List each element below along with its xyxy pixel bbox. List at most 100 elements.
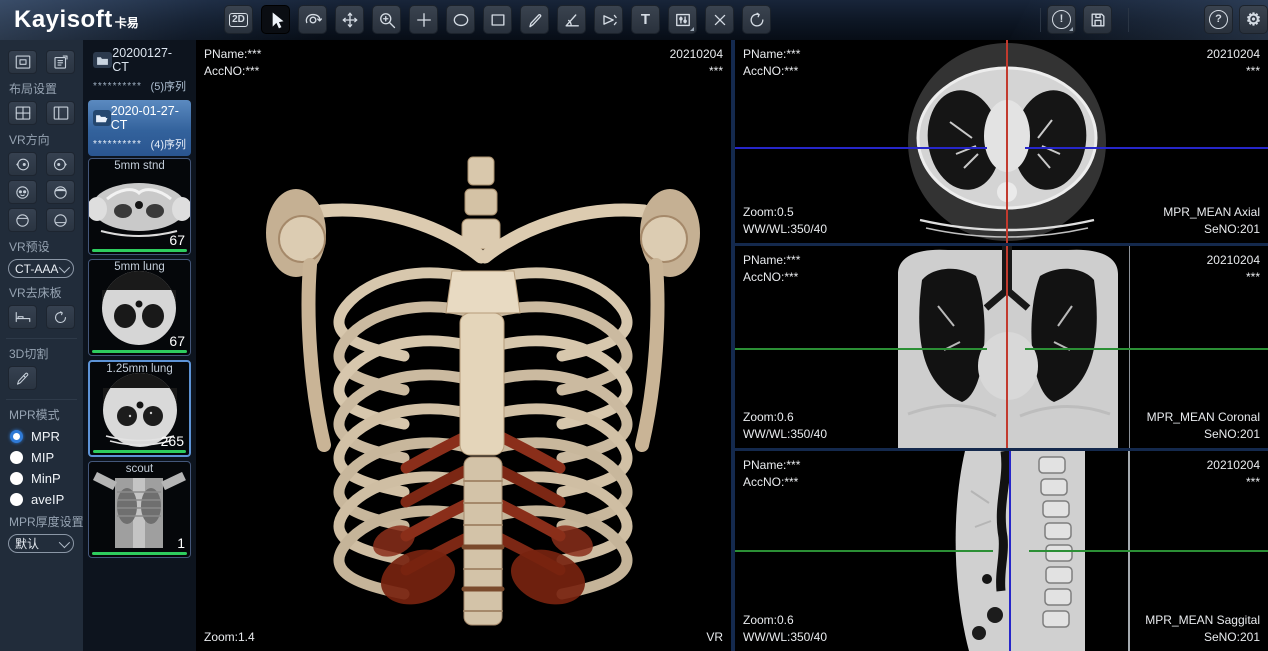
ellipse-icon <box>451 10 471 30</box>
vr-view-anterior-button[interactable] <box>8 180 37 204</box>
cobb-angle-tool-button[interactable] <box>594 5 623 34</box>
remove-bed-button[interactable] <box>8 305 37 329</box>
vr-study-info: 20210204 *** <box>670 46 723 80</box>
axial-crosshair-vertical[interactable] <box>1006 40 1008 243</box>
thumbnail-scout-image <box>89 472 190 550</box>
vr-ribcage-render <box>266 145 700 645</box>
coronal-crosshair-horizontal-left[interactable] <box>735 348 987 350</box>
layout-report-button[interactable] <box>46 50 75 74</box>
patient-id-masked: ********** <box>93 81 142 92</box>
layout-grid-button[interactable] <box>8 101 37 125</box>
coronal-crosshair-vertical[interactable] <box>1006 246 1008 448</box>
coronal-patient-info: PName:*** AccNO:*** <box>743 252 800 286</box>
coronal-crosshair-horizontal-right[interactable] <box>1025 348 1268 350</box>
tool-2d-button[interactable]: 2D <box>224 5 253 34</box>
mpr-mode-option-mip[interactable]: MIP <box>8 450 75 465</box>
masked-text: *** <box>670 63 723 80</box>
measure-pencil-icon <box>525 10 545 30</box>
folder-open-icon <box>93 110 111 126</box>
mpr-mode-option-minp[interactable]: MinP <box>8 471 75 486</box>
mpr-coronal-viewport[interactable]: PName:*** AccNO:*** 20210204 *** Zoom:0.… <box>735 246 1268 448</box>
vr-direction-label: VR方向 <box>9 131 75 148</box>
sagittal-crosshair-horizontal-right[interactable] <box>1029 550 1268 552</box>
angle-tool-button[interactable] <box>557 5 586 34</box>
folder-closed-icon <box>93 52 112 68</box>
series-thumbnail-1-25mm-lung-selected[interactable]: 1.25mm lung 265 <box>88 360 191 457</box>
sidebar-divider <box>6 338 77 339</box>
delete-annotation-button[interactable] <box>705 5 734 34</box>
accno-text: AccNO:*** <box>204 63 261 80</box>
mpr-sagittal-viewport[interactable]: PName:*** AccNO:*** 20210204 *** Zoom:0.… <box>735 451 1268 651</box>
zoom-text: Zoom:0.6 <box>743 612 827 629</box>
cut3d-knife-button[interactable] <box>8 366 37 390</box>
series-thumbnail-5mm-stnd[interactable]: 5mm stnd 67 <box>88 158 191 255</box>
gear-icon: ⚙ <box>1246 11 1261 28</box>
radio-checked-icon <box>10 430 23 443</box>
masked-text: *** <box>1207 269 1260 286</box>
ellipse-tool-button[interactable] <box>446 5 475 34</box>
chevron-down-icon <box>59 536 70 547</box>
reset-view-button[interactable] <box>742 5 771 34</box>
window-level-icon <box>673 10 693 30</box>
cut3d-label: 3D切割 <box>9 345 75 362</box>
sagittal-crosshair-vertical[interactable] <box>1009 451 1011 651</box>
rectangle-tool-button[interactable] <box>483 5 512 34</box>
crosshair-icon <box>414 10 434 30</box>
save-button[interactable] <box>1083 5 1112 34</box>
locate-tool-button[interactable] <box>409 5 438 34</box>
layout-single-button[interactable] <box>8 50 37 74</box>
coronal-bottom-right: MPR_MEAN Coronal SeNO:201 <box>1147 409 1260 443</box>
sagittal-crosshair-horizontal-left[interactable] <box>735 550 993 552</box>
thickness-value: 默认 <box>15 535 39 552</box>
sagittal-bottom-right: MPR_MEAN Saggital SeNO:201 <box>1145 612 1260 646</box>
layout-section-label: 布局设置 <box>9 80 75 97</box>
vr-viewport[interactable]: PName:*** AccNO:*** 20210204 *** Zoom:1.… <box>196 40 731 651</box>
mpr-mode-option-mpr[interactable]: MPR <box>8 429 75 444</box>
vr-view-left-button[interactable] <box>8 152 37 176</box>
settings-button[interactable]: ⚙ <box>1239 5 1268 34</box>
measure-tool-button[interactable] <box>520 5 549 34</box>
accno-text: AccNO:*** <box>743 63 800 80</box>
study-group-1[interactable]: 20200127-CT ********** (5)序列 <box>88 42 191 98</box>
zoom-tool-button[interactable] <box>372 5 401 34</box>
info-icon: ! <box>1052 10 1071 29</box>
mpr-axial-viewport[interactable]: PName:*** AccNO:*** 20210204 *** Zoom:0.… <box>735 40 1268 243</box>
study-date-text: 20210204 <box>1207 46 1260 63</box>
series-thumbnail-scout[interactable]: scout 1 <box>88 461 191 558</box>
coronal-study-info: 20210204 *** <box>1207 252 1260 286</box>
mpr-mode-option-aveip[interactable]: aveIP <box>8 492 75 507</box>
reset-icon <box>747 10 767 30</box>
radio-icon <box>10 493 23 506</box>
pointer-tool-button[interactable] <box>261 5 290 34</box>
wwwl-text: WW/WL:350/40 <box>743 629 827 646</box>
masked-text: *** <box>1207 474 1260 491</box>
seno-text: SeNO:201 <box>1147 426 1260 443</box>
vr-view-posterior-button[interactable] <box>46 180 75 204</box>
layout-split-button[interactable] <box>46 101 75 125</box>
rotate-3d-tool-button[interactable] <box>298 5 327 34</box>
axial-crosshair-horizontal-left[interactable] <box>735 147 987 149</box>
report-info-button[interactable]: ! <box>1047 5 1076 34</box>
study-group-2-selected[interactable]: 2020-01-27-CT ********** (4)序列 <box>88 100 191 156</box>
text-tool-button[interactable]: T <box>631 5 660 34</box>
help-button[interactable]: ? <box>1204 5 1233 34</box>
bed-reset-button[interactable] <box>46 305 75 329</box>
vr-view-inferior-button[interactable] <box>46 208 75 232</box>
axial-crosshair-horizontal-right[interactable] <box>1025 147 1268 149</box>
window-level-tool-button[interactable] <box>668 5 697 34</box>
radio-icon <box>10 451 23 464</box>
vr-patient-info: PName:*** AccNO:*** <box>204 46 261 80</box>
text-icon: T <box>641 12 650 27</box>
mode-text: MPR_MEAN Axial <box>1163 204 1260 221</box>
axial-patient-info: PName:*** AccNO:*** <box>743 46 800 80</box>
pan-tool-button[interactable] <box>335 5 364 34</box>
vr-preset-select[interactable]: CT-AAA <box>8 259 74 278</box>
series-thumbnail-5mm-lung[interactable]: 5mm lung 67 <box>88 259 191 356</box>
head-bottom-icon <box>52 212 69 229</box>
vr-view-superior-button[interactable] <box>8 208 37 232</box>
vr-view-right-button[interactable] <box>46 152 75 176</box>
mode-text: MPR_MEAN Coronal <box>1147 409 1260 426</box>
study-date-text: 20210204 <box>1207 457 1260 474</box>
thickness-select[interactable]: 默认 <box>8 534 74 553</box>
sidebar-divider-2 <box>6 399 77 400</box>
